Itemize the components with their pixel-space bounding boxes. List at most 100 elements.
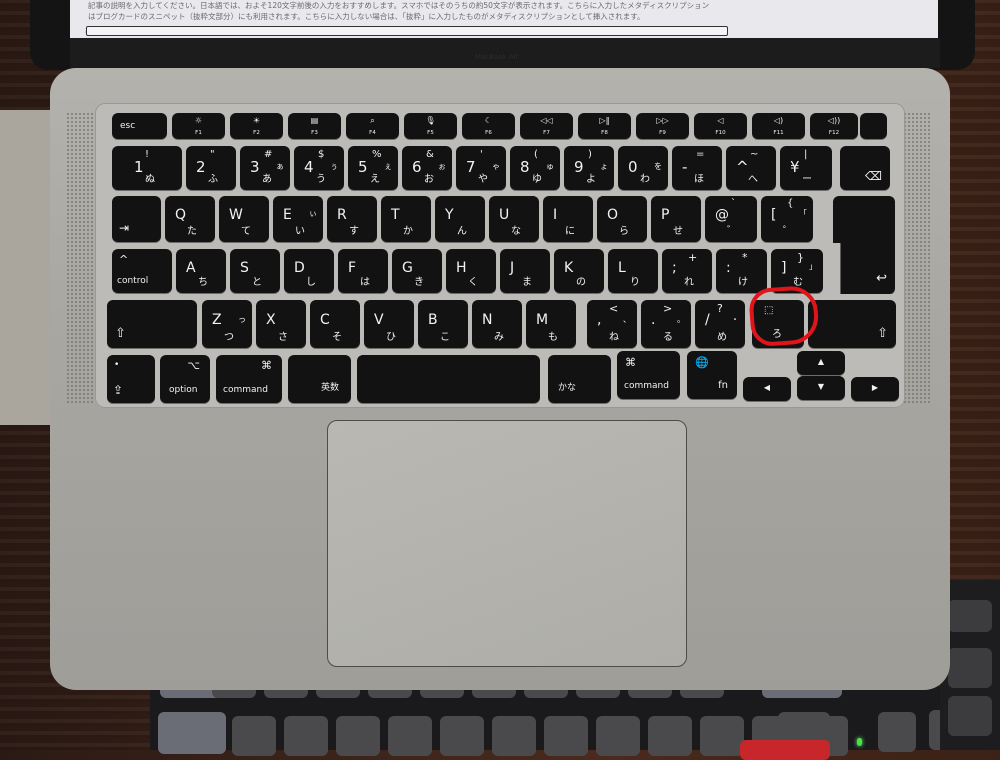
key-number-10[interactable]: - = ほ <box>672 146 722 190</box>
key-f4[interactable]: ⌕ F4 <box>346 113 399 139</box>
key-H[interactable]: Hく <box>446 249 496 293</box>
ext-key-5[interactable] <box>440 716 484 756</box>
ext-key-del[interactable] <box>878 712 916 752</box>
ext-key-8[interactable] <box>596 716 640 756</box>
key-delete[interactable]: ⌫ <box>840 146 890 190</box>
key-arrow-down[interactable]: ▼ <box>797 376 845 400</box>
key-number-11[interactable]: ^ ~ へ <box>726 146 776 190</box>
key-tab[interactable]: ⇥ <box>112 196 161 242</box>
key-L[interactable]: Lり <box>608 249 658 293</box>
key-esc[interactable]: esc <box>112 113 167 139</box>
key-kana[interactable]: かな <box>548 355 611 403</box>
key-A[interactable]: Aち <box>176 249 226 293</box>
key-left-shift[interactable]: ⇧ <box>107 300 197 348</box>
key-f5[interactable]: 🎙 F5 <box>404 113 457 139</box>
key-number-0[interactable]: 1! ぬ <box>112 146 182 190</box>
key-right-shift[interactable]: ⇧ <box>808 300 896 348</box>
ext-key-3[interactable] <box>336 716 380 756</box>
key-arrow-up[interactable]: ▲ <box>797 351 845 375</box>
key-K[interactable]: Kの <box>554 249 604 293</box>
key-return[interactable]: ↩ <box>833 196 895 294</box>
key-f9[interactable]: ▷▷ F9 <box>636 113 689 139</box>
key-f7[interactable]: ◁◁ F7 <box>520 113 573 139</box>
key-P[interactable]: Pせ <box>651 196 701 242</box>
key-G[interactable]: Gき <box>392 249 442 293</box>
key-O[interactable]: Oら <box>597 196 647 242</box>
key-I[interactable]: Iに <box>543 196 593 242</box>
key-eisu[interactable]: 英数 <box>288 355 351 403</box>
key-Q[interactable]: Qた <box>165 196 215 242</box>
key-number-6[interactable]: 7 ' やゃ <box>456 146 506 190</box>
key-S[interactable]: Sと <box>230 249 280 293</box>
key-R[interactable]: Rす <box>327 196 377 242</box>
key-f11[interactable]: ◁) F11 <box>752 113 805 139</box>
ext-key-red-accent[interactable] <box>740 740 830 760</box>
key-caps-lock[interactable]: • ⇪ <box>107 355 155 403</box>
ext-key-4[interactable] <box>388 716 432 756</box>
ext-key-9[interactable] <box>648 716 692 756</box>
key-/[interactable]: /? め・ <box>695 300 745 348</box>
key-shift: * <box>742 251 748 264</box>
key-D[interactable]: Dし <box>284 249 334 293</box>
ext-key-6[interactable] <box>492 716 536 756</box>
key-W[interactable]: Wて <box>219 196 269 242</box>
ext-key-pgup[interactable] <box>948 648 992 688</box>
key-X[interactable]: Xさ <box>256 300 306 348</box>
key-control[interactable]: ^ control <box>112 249 172 293</box>
key-number-4[interactable]: 5% えぇ <box>348 146 398 190</box>
key-f12[interactable]: ◁)) F12 <box>810 113 858 139</box>
key-Y[interactable]: Yん <box>435 196 485 242</box>
key-Z[interactable]: Zつっ <box>202 300 252 348</box>
key-fn-globe[interactable]: 🌐 fn <box>687 351 737 399</box>
key-number-8[interactable]: 9) よょ <box>564 146 614 190</box>
trackpad[interactable] <box>327 420 687 667</box>
key-f10[interactable]: ◁ F10 <box>694 113 747 139</box>
key-option[interactable]: ⌥ option <box>160 355 210 403</box>
meta-keyword-input[interactable] <box>86 26 728 36</box>
key-number-7[interactable]: 8 (ゆゅ <box>510 146 560 190</box>
key-number-3[interactable]: 4 $ うぅ <box>294 146 344 190</box>
key-f1[interactable]: ☼ F1 <box>172 113 225 139</box>
key-right-command[interactable]: ⌘ command <box>617 351 680 399</box>
key-,[interactable]: , < ね、 <box>587 300 637 348</box>
key-M[interactable]: Mも <box>526 300 576 348</box>
key-F[interactable]: Fは <box>338 249 388 293</box>
ext-key-pgdn[interactable] <box>948 696 992 736</box>
key-T[interactable]: Tか <box>381 196 431 242</box>
key-number-1[interactable]: 2 " ふ <box>186 146 236 190</box>
key-arrow-left[interactable]: ◀ <box>743 377 791 401</box>
touch-id-key[interactable] <box>860 113 887 139</box>
key-f2[interactable]: ☀ F2 <box>230 113 283 139</box>
key-main: T <box>391 207 400 223</box>
key-left-command[interactable]: ⌘ command <box>216 355 282 403</box>
ext-key-2[interactable] <box>284 716 328 756</box>
key-N[interactable]: Nみ <box>472 300 522 348</box>
key-:[interactable]: : * け <box>716 249 767 293</box>
key-[[interactable]: [{゜「 <box>761 196 813 242</box>
key-C[interactable]: Cそ <box>310 300 360 348</box>
key-f6[interactable]: ☾ F6 <box>462 113 515 139</box>
key-U[interactable]: Uな <box>489 196 539 242</box>
ext-key-1[interactable] <box>232 716 276 756</box>
key-B[interactable]: Bこ <box>418 300 468 348</box>
key-number-9[interactable]: 0わを <box>618 146 668 190</box>
key-E[interactable]: Eいぃ <box>273 196 323 242</box>
key-.[interactable]: . > る。 <box>641 300 691 348</box>
key-number-12[interactable]: ¥ | ー <box>780 146 832 190</box>
key-space[interactable] <box>357 355 540 403</box>
key-;[interactable]: ; + れ <box>662 249 712 293</box>
key-J[interactable]: Jま <box>500 249 550 293</box>
key-f3[interactable]: ▤ F3 <box>288 113 341 139</box>
key-kana: ゜ <box>783 226 793 237</box>
key-V[interactable]: Vひ <box>364 300 414 348</box>
key-@[interactable]: @ ` ゛ <box>705 196 757 242</box>
ext-key-backlight[interactable] <box>948 600 992 632</box>
key-number-5[interactable]: 6 & おぉ <box>402 146 452 190</box>
key-main: 8 <box>520 158 530 176</box>
ext-key-10[interactable] <box>700 716 744 756</box>
key-arrow-right[interactable]: ▶ <box>851 377 899 401</box>
key-number-2[interactable]: 3 # あぁ <box>240 146 290 190</box>
key-f8[interactable]: ▷‖ F8 <box>578 113 631 139</box>
ext-key-7[interactable] <box>544 716 588 756</box>
ext-key-tab[interactable] <box>158 712 226 754</box>
